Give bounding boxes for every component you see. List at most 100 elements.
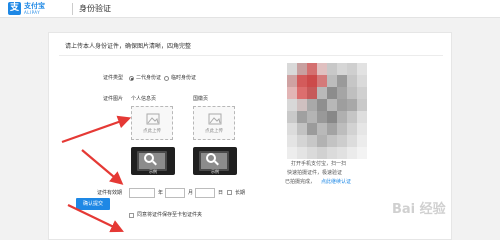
longterm-checkbox[interactable] [227,190,232,195]
save-to-wallet-label[interactable]: 同意将证件保存至卡包证件夹 [137,212,202,219]
qr-pixel [337,135,347,147]
upload-front-text: 点此上传 [143,129,161,134]
qr-pixel [347,75,357,87]
back-sample-image[interactable]: 示例 [193,147,237,175]
alipay-logo[interactable]: 支 支付宝 ALIPAY [8,2,64,16]
qr-pixel [287,75,297,87]
validity-label: 证件有效期 [97,190,123,196]
top-bar: 支 支付宝 ALIPAY 身份验证 [0,0,500,18]
save-to-wallet-checkbox[interactable] [129,213,134,218]
qr-pixel [347,99,357,111]
qr-pixel [357,63,367,75]
logo-text-en: ALIPAY [24,10,41,15]
qr-pixel [287,135,297,147]
qr-pixel [297,147,307,159]
front-sample-image[interactable]: 示例 [131,147,175,175]
alipay-logo-icon: 支 [8,2,21,15]
qr-pixel [287,111,297,123]
qr-pixel [357,147,367,159]
qr-pixel [297,75,307,87]
qr-pixel [297,87,307,99]
qr-pixel [337,99,347,111]
month-unit: 月 [188,190,194,196]
upload-back-text: 点此上传 [205,129,223,134]
qr-pixel [307,75,317,87]
qr-pixel [327,75,337,87]
year-unit: 年 [158,190,164,196]
qr-pixel [287,123,297,135]
card-divider [59,55,443,56]
qr-pixel [327,135,337,147]
continue-verification-link[interactable]: 点此继续认证 [321,179,351,186]
image-upload-icon [146,113,160,125]
qr-pixel [337,123,347,135]
qr-pixel [327,147,337,159]
qr-pixel [307,99,317,111]
header-divider [72,3,73,15]
radio-temp-id-card-label[interactable]: 临时身份证 [171,75,196,82]
qr-pixel [317,123,327,135]
qr-pixel [347,111,357,123]
qr-pixel [337,63,347,75]
image-upload-icon [208,113,222,125]
qr-pixel [327,63,337,75]
qr-pixel [357,135,367,147]
qr-pixel [307,123,317,135]
qr-pixel [307,87,317,99]
submit-button[interactable]: 确认提交 [76,198,110,210]
upload-front-button[interactable]: 点此上传 [131,106,173,140]
qr-pixel [317,87,327,99]
qr-pixel [347,135,357,147]
qr-pixel [317,63,327,75]
radio-id-card-2nd-gen[interactable] [129,76,134,81]
back-side-label: 国徽页 [193,96,209,102]
day-unit: 日 [218,190,224,196]
qr-pixel [317,99,327,111]
longterm-label[interactable]: 长期 [235,190,245,197]
qr-pixel [357,123,367,135]
qr-pixel [307,63,317,75]
qr-done-prefix: 已拍摄完成， [285,179,316,185]
qr-pixel [287,147,297,159]
qr-pixel [337,111,347,123]
qr-pixel [337,147,347,159]
qr-instruction-line2: 快速拍摄证件，极速验证 [287,170,343,176]
validity-month-input[interactable] [165,188,185,198]
upload-back-button[interactable]: 点此上传 [193,106,235,140]
baidu-watermark: Bai 经验 [392,202,446,217]
qr-pixel [317,147,327,159]
doc-type-label: 证件类型 [103,75,124,81]
qr-pixel [297,63,307,75]
qr-pixel [347,63,357,75]
qr-pixel [337,87,347,99]
sample-caption: 示例 [211,169,219,174]
qr-pixel [317,135,327,147]
radio-temp-id-card[interactable] [164,76,169,81]
qr-pixel [307,147,317,159]
qr-code [287,63,367,159]
qr-pixel [347,123,357,135]
validity-year-input[interactable] [129,188,155,198]
qr-instruction-line1: 打开手机支付宝，扫一扫 [291,161,347,167]
qr-pixel [327,87,337,99]
qr-pixel [357,75,367,87]
qr-pixel [327,99,337,111]
qr-pixel [297,123,307,135]
qr-pixel [347,147,357,159]
qr-pixel [347,87,357,99]
qr-pixel [317,111,327,123]
qr-pixel [297,111,307,123]
upload-instruction: 请上传本人身份证件，确保图片清晰，四角完整 [65,43,192,50]
qr-pixel [327,111,337,123]
qr-pixel [337,75,347,87]
qr-pixel [357,99,367,111]
page-title: 身份验证 [79,4,111,13]
qr-pixel [307,135,317,147]
logo-text-cn: 支付宝 [24,2,45,10]
sample-caption: 示例 [149,169,157,174]
qr-pixel [297,99,307,111]
validity-day-input[interactable] [195,188,215,198]
qr-pixel [287,87,297,99]
qr-pixel [297,135,307,147]
radio-id-card-2nd-gen-label[interactable]: 二代身份证 [136,75,161,82]
